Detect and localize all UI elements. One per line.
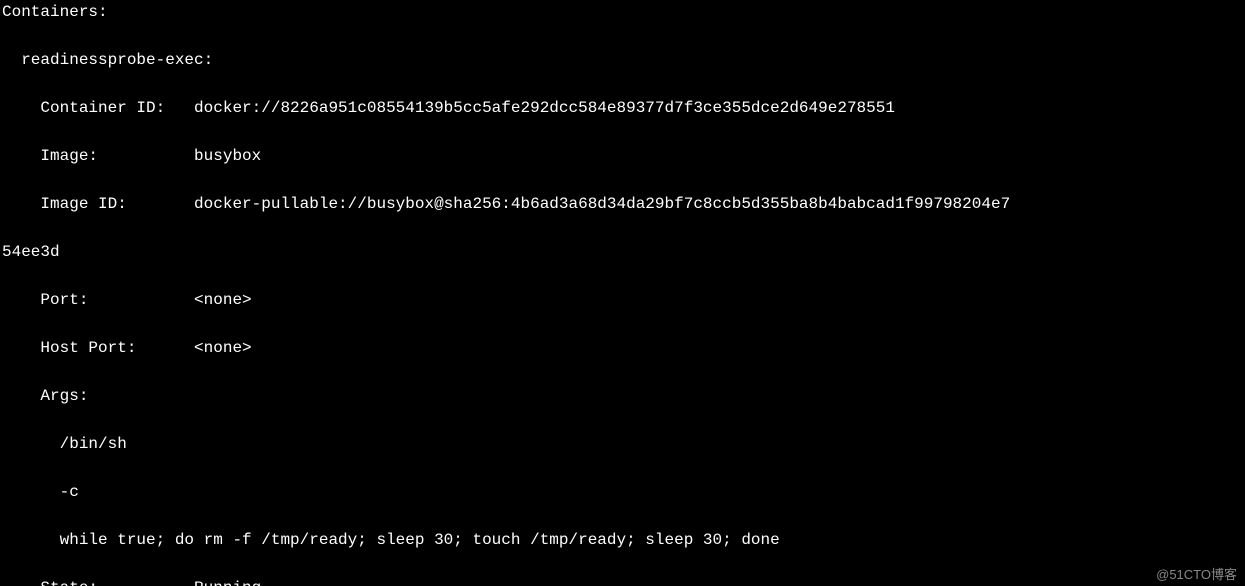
watermark-text: @51CTO博客 (1156, 565, 1237, 585)
line-container-id: Container ID: docker://8226a951c08554139… (2, 96, 1243, 120)
line-args: Args: (2, 384, 1243, 408)
line-arg-binsh: /bin/sh (2, 432, 1243, 456)
line-host-port: Host Port: <none> (2, 336, 1243, 360)
line-container-name: readinessprobe-exec: (2, 48, 1243, 72)
line-arg-c: -c (2, 480, 1243, 504)
line-arg-script: while true; do rm -f /tmp/ready; sleep 3… (2, 528, 1243, 552)
line-image: Image: busybox (2, 144, 1243, 168)
terminal-output: Containers: readinessprobe-exec: Contain… (0, 0, 1245, 586)
line-containers: Containers: (2, 0, 1243, 24)
line-port: Port: <none> (2, 288, 1243, 312)
line-image-id: Image ID: docker-pullable://busybox@sha2… (2, 192, 1243, 216)
line-image-id-cont: 54ee3d (2, 240, 1243, 264)
line-state: State: Running (2, 576, 1243, 586)
